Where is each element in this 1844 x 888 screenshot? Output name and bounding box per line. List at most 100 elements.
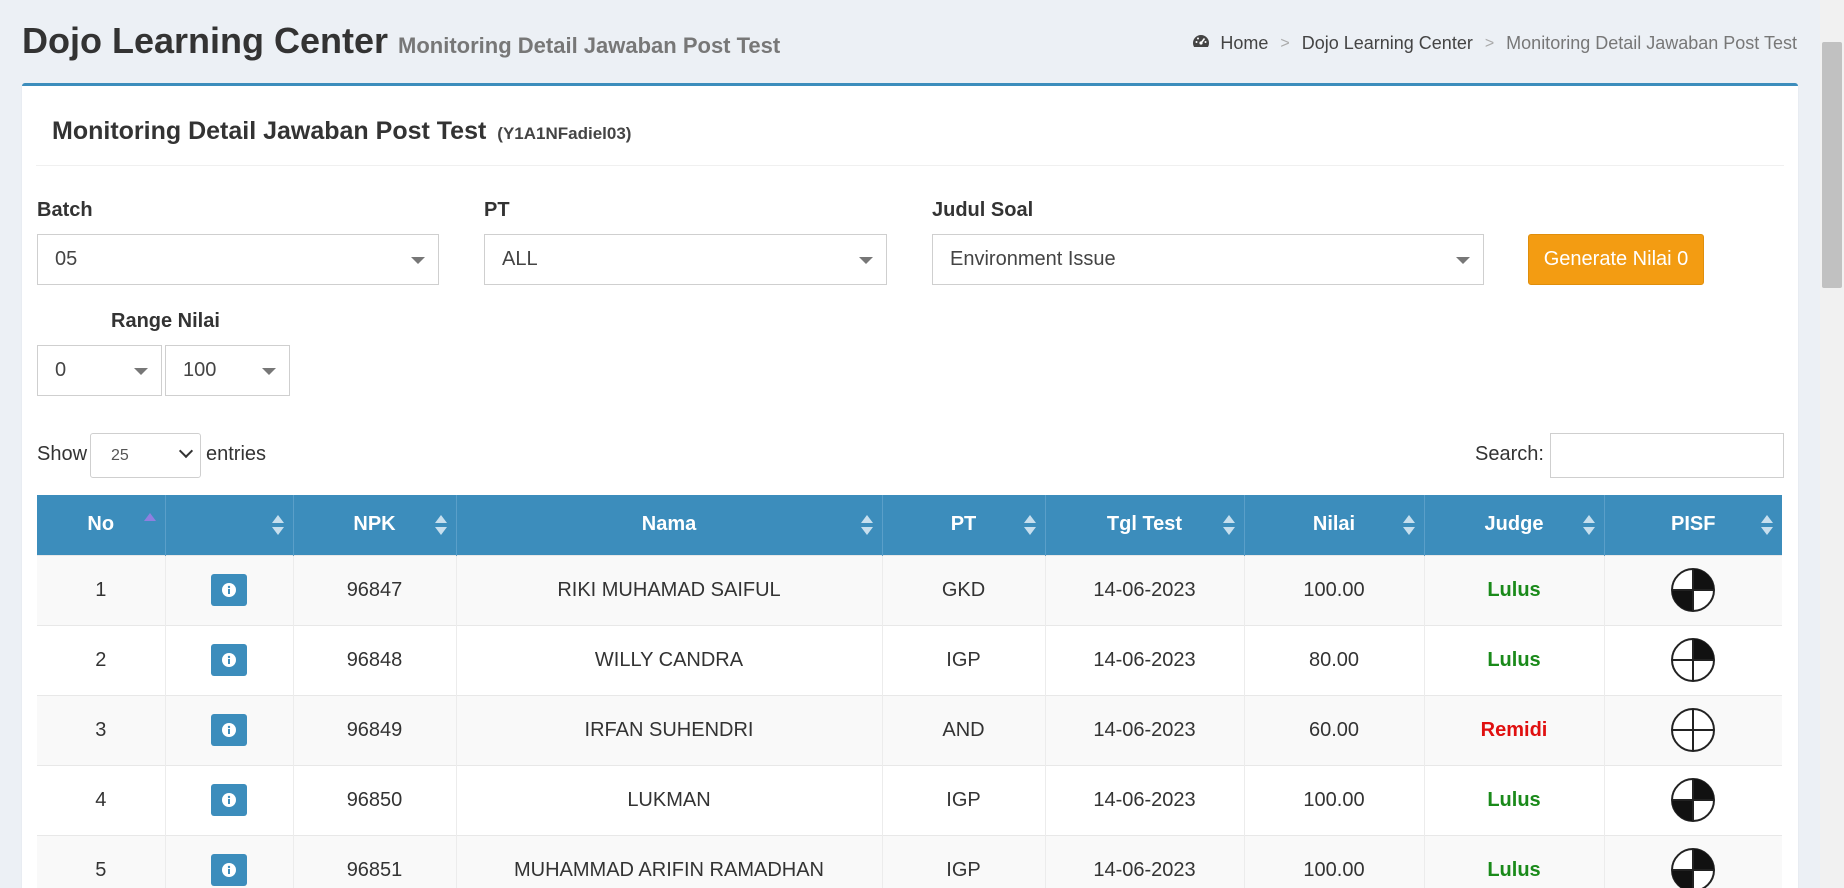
column-header-no[interactable]: No: [37, 495, 166, 555]
generate-nilai-button[interactable]: Generate Nilai 0: [1528, 234, 1704, 285]
breadcrumb-current: Monitoring Detail Jawaban Post Test: [1506, 33, 1797, 53]
cell-npk: 96851: [293, 834, 457, 888]
info-button[interactable]: [211, 714, 247, 746]
batch-label: Batch: [37, 199, 93, 221]
judul-soal-label: Judul Soal: [932, 199, 1034, 221]
column-header-label: Nama: [641, 513, 697, 536]
breadcrumb-separator: >: [1484, 34, 1495, 52]
cell-nama: IRFAN SUHENDRI: [456, 694, 883, 765]
column-header-label: NPK: [353, 513, 396, 536]
caret-down-icon: [859, 257, 873, 264]
cell-tgl-test: 14-06-2023: [1045, 624, 1245, 695]
cell-judge: Lulus: [1424, 624, 1605, 695]
table-row: 2 96848 WILLY CANDRA IGP 14-06-2023 80.0…: [37, 624, 1782, 695]
column-header-label: PISF: [1671, 513, 1716, 536]
column-header-judge[interactable]: Judge: [1424, 495, 1605, 555]
range-max-select[interactable]: 100: [165, 345, 290, 396]
table-header-row: No NPK Nama PT Tgl Test Nilai Judge PISF: [37, 495, 1782, 555]
cell-nama: RIKI MUHAMAD SAIFUL: [456, 554, 883, 625]
info-button[interactable]: [211, 644, 247, 676]
cell-pisf: [1604, 834, 1782, 888]
cell-judge: Lulus: [1424, 554, 1605, 625]
judge-status: Remidi: [1480, 718, 1548, 741]
cell-no: 4: [37, 764, 166, 835]
cell-action: [165, 624, 294, 695]
content-header: Dojo Learning Center Monitoring Detail Ja…: [0, 0, 1820, 84]
column-header-pisf[interactable]: PISF: [1604, 495, 1782, 555]
entries-length-select[interactable]: 25: [90, 433, 201, 478]
sort-icon: [1582, 515, 1595, 537]
breadcrumb-home[interactable]: Home: [1220, 33, 1268, 54]
breadcrumb-dojo[interactable]: Dojo Learning Center: [1302, 33, 1473, 54]
info-icon: [222, 583, 236, 597]
cell-nilai: 100.00: [1244, 834, 1425, 888]
scrollbar-thumb[interactable]: [1822, 42, 1842, 288]
chevron-down-icon: [178, 443, 194, 459]
caret-down-icon: [411, 257, 425, 264]
info-button[interactable]: [211, 784, 247, 816]
column-header-nama[interactable]: Nama: [456, 495, 883, 555]
pisf-circle-icon: [1671, 778, 1716, 822]
column-header-nilai[interactable]: Nilai: [1244, 495, 1425, 555]
judge-status: Lulus: [1487, 788, 1541, 811]
box-header: Monitoring Detail Jawaban Post Test (Y1A…: [22, 86, 1798, 166]
range-max-value: 100: [183, 359, 217, 381]
box-title: Monitoring Detail Jawaban Post Test (Y1A…: [52, 117, 631, 146]
judul-soal-select-value: Environment Issue: [950, 248, 1116, 270]
sort-icon: [1402, 515, 1415, 537]
info-icon: [222, 723, 236, 737]
info-button[interactable]: [211, 854, 247, 887]
range-nilai-label: Range Nilai: [111, 310, 220, 332]
table-row: 1 96847 RIKI MUHAMAD SAIFUL GKD 14-06-20…: [37, 554, 1782, 625]
cell-npk: 96848: [293, 624, 457, 695]
pt-label: PT: [484, 199, 510, 221]
cell-tgl-test: 14-06-2023: [1045, 694, 1245, 765]
page-scrollbar[interactable]: [1820, 0, 1844, 888]
cell-pt: IGP: [882, 764, 1046, 835]
cell-no: 3: [37, 694, 166, 765]
sort-icon: [1023, 515, 1036, 537]
cell-pt: AND: [882, 694, 1046, 765]
range-min-select[interactable]: 0: [37, 345, 162, 396]
judul-soal-select[interactable]: Environment Issue: [932, 234, 1484, 285]
search-input[interactable]: [1550, 433, 1784, 478]
data-table: No NPK Nama PT Tgl Test Nilai Judge PISF…: [37, 495, 1782, 888]
breadcrumb-separator: >: [1280, 34, 1290, 52]
judge-status: Lulus: [1487, 648, 1541, 671]
column-header-npk[interactable]: NPK: [293, 495, 457, 555]
column-header-label: Nilai: [1312, 513, 1356, 536]
sort-icon: [1761, 515, 1773, 537]
sort-icon: [860, 515, 873, 537]
info-icon: [222, 653, 236, 667]
column-header-label: PT: [950, 513, 977, 536]
cell-pisf: [1604, 694, 1782, 765]
range-min-value: 0: [55, 359, 67, 381]
caret-down-icon: [134, 368, 148, 375]
cell-npk: 96849: [293, 694, 457, 765]
table-body: 1 96847 RIKI MUHAMAD SAIFUL GKD 14-06-20…: [37, 554, 1782, 888]
column-header-pt[interactable]: PT: [882, 495, 1046, 555]
pt-select-value: ALL: [502, 248, 538, 270]
cell-tgl-test: 14-06-2023: [1045, 554, 1245, 625]
cell-nilai: 80.00: [1244, 624, 1425, 695]
cell-npk: 96847: [293, 554, 457, 625]
column-header-action[interactable]: [165, 495, 294, 555]
cell-nama: WILLY CANDRA: [456, 624, 883, 695]
info-button[interactable]: [211, 574, 247, 606]
batch-select[interactable]: 05: [37, 234, 439, 285]
cell-judge: Remidi: [1424, 694, 1605, 765]
pt-select[interactable]: ALL: [484, 234, 887, 285]
cell-action: [165, 764, 294, 835]
breadcrumb: Home > Dojo Learning Center > Monitoring…: [1192, 33, 1797, 54]
pisf-circle-icon: [1671, 638, 1716, 682]
info-icon: [222, 793, 236, 807]
box-title-code: (Y1A1NFadiel03): [497, 124, 632, 143]
column-header-label: Tgl Test: [1106, 513, 1183, 536]
page-title-text: Dojo Learning Center: [22, 20, 389, 61]
cell-pt: IGP: [882, 624, 1046, 695]
table-row: 5 96851 MUHAMMAD ARIFIN RAMADHAN IGP 14-…: [37, 834, 1782, 888]
pisf-circle-icon: [1671, 848, 1716, 888]
column-header-tgl-test[interactable]: Tgl Test: [1045, 495, 1245, 555]
cell-pisf: [1604, 624, 1782, 695]
cell-action: [165, 694, 294, 765]
